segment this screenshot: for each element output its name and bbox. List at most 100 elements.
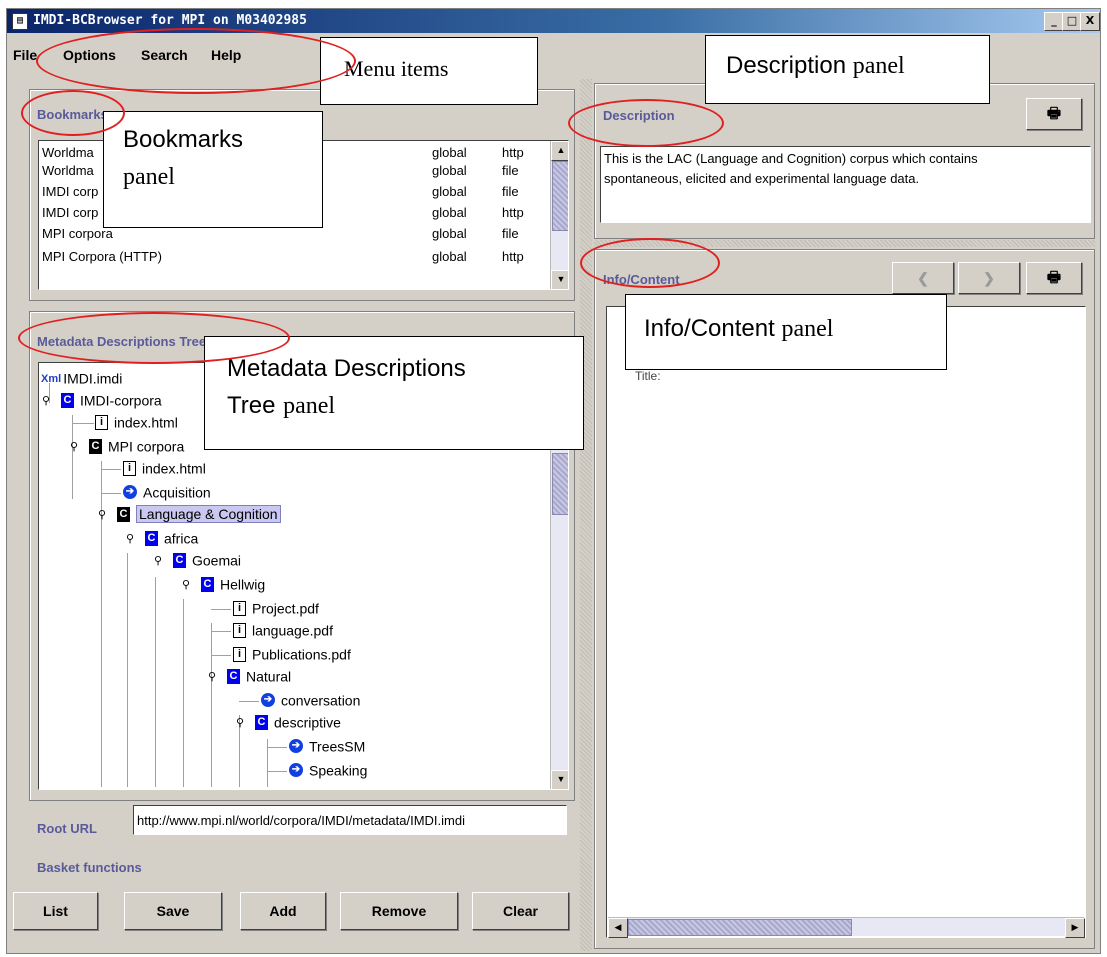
tree-node[interactable]: ⚲ C IMDI-corpora — [41, 391, 162, 411]
scroll-up-icon[interactable]: ▲ — [551, 141, 568, 161]
bookmark-scope: global — [432, 184, 467, 199]
tree-node[interactable]: i index.html — [95, 413, 178, 433]
tree-node-label: descriptive — [274, 714, 341, 731]
tree-root[interactable]: Xml IMDI.imdi — [41, 369, 122, 389]
corpus-icon: C — [61, 392, 74, 408]
scroll-thumb[interactable] — [552, 161, 568, 231]
tree-node[interactable]: i Publications.pdf — [233, 645, 351, 665]
bookmark-scope: global — [432, 226, 467, 241]
expand-toggle-icon[interactable]: ⚲ — [207, 670, 217, 683]
info-hscrollbar[interactable]: ◀ ▶ — [608, 917, 1085, 938]
save-button[interactable]: Save — [124, 892, 222, 930]
arrow-left-icon[interactable]: ❮ — [892, 262, 954, 294]
close-button[interactable]: X — [1080, 12, 1100, 31]
bookmark-name: IMDI corp — [42, 184, 99, 199]
info-file-icon: i — [233, 622, 246, 638]
info-file-icon: i — [95, 414, 108, 430]
scroll-right-icon[interactable]: ▶ — [1065, 918, 1085, 938]
list-button[interactable]: List — [13, 892, 98, 930]
bookmark-row[interactable]: MPI Corpora (HTTP) global http — [42, 248, 562, 266]
tree-node-label: africa — [164, 530, 199, 547]
bookmark-protocol: http — [502, 205, 524, 220]
corpus-icon: C — [145, 530, 158, 546]
info-file-icon: i — [233, 646, 246, 662]
expand-toggle-icon[interactable]: ⚲ — [153, 554, 163, 567]
expand-toggle-icon[interactable]: ⚲ — [97, 508, 107, 521]
scroll-down-icon[interactable]: ▼ — [551, 770, 568, 789]
annotation-description: Description panel — [705, 35, 990, 104]
tree-node[interactable]: ➔ TreesSM — [289, 737, 365, 757]
expand-toggle-icon[interactable]: ⚲ — [181, 578, 191, 591]
annotation-text: Tree panel — [227, 391, 335, 420]
expand-toggle-icon[interactable]: ⚲ — [69, 440, 79, 453]
remove-button[interactable]: Remove — [340, 892, 458, 930]
tree-node-label: TreesSM — [309, 738, 366, 755]
bookmark-protocol: file — [502, 163, 519, 178]
tree-node-label: language.pdf — [252, 622, 333, 639]
root-url-input[interactable] — [133, 805, 567, 835]
bookmark-name: IMDI corp — [42, 205, 99, 220]
tree-node-label: Goemai — [192, 552, 242, 569]
arrow-right-icon[interactable]: ❯ — [958, 262, 1020, 294]
add-button[interactable]: Add — [240, 892, 326, 930]
menu-file[interactable]: File — [13, 47, 37, 63]
printer-icon[interactable]: 🖶 — [1026, 262, 1082, 294]
tree-node-label: Natural — [246, 668, 292, 685]
annotation-word: Info/Content — [644, 315, 775, 342]
tree-node-label: Speaking — [309, 762, 368, 779]
tree-node[interactable]: ➔ Speaking — [289, 761, 367, 781]
scroll-thumb[interactable] — [628, 919, 852, 936]
content-fragment: Title: — [635, 369, 661, 383]
xml-icon: Xml — [41, 373, 62, 385]
session-arrow-icon: ➔ — [289, 739, 303, 754]
description-line: spontaneous, elicited and experimental l… — [604, 171, 920, 186]
scroll-down-icon[interactable]: ▼ — [551, 270, 568, 289]
expand-toggle-icon[interactable]: ⚲ — [125, 532, 135, 545]
tree-node-selected[interactable]: ⚲ C Language & Cognition — [97, 505, 281, 525]
tree-node[interactable]: ⚲ C Goemai — [153, 551, 241, 571]
tree-node-label: Publications.pdf — [252, 646, 351, 663]
tree-node[interactable]: ⚲ Cafrica — [125, 529, 198, 549]
tree-node[interactable]: i language.pdf — [233, 621, 333, 641]
annotation-bookmarks: Bookmarks panel — [103, 111, 323, 228]
bookmark-name: MPI Corpora (HTTP) — [42, 249, 162, 264]
bookmark-scope: global — [432, 163, 467, 178]
corpus-icon: C — [201, 576, 214, 592]
tree-node[interactable]: ➔ Acquisition — [123, 483, 211, 503]
bookmarks-scrollbar[interactable]: ▲ ▼ — [550, 141, 568, 289]
tree-node[interactable]: ⚲ Cdescriptive — [235, 713, 341, 733]
bookmark-protocol: file — [502, 184, 519, 199]
highlight-ellipse-description — [568, 99, 724, 147]
expand-toggle-icon[interactable]: ⚲ — [235, 716, 245, 729]
annotation-word: panel — [852, 53, 905, 79]
annotation-word: Metadata Descriptions — [227, 355, 466, 382]
basket-label: Basket functions — [37, 860, 142, 875]
tree-node[interactable]: ⚲ C Hellwig — [181, 575, 265, 595]
bookmark-protocol: file — [502, 226, 519, 241]
tree-root-label: IMDI.imdi — [63, 370, 123, 387]
tree-node[interactable]: ⚲ C Natural — [207, 667, 291, 687]
scroll-left-icon[interactable]: ◀ — [608, 918, 628, 938]
info-content-view: Title: ◀ ▶ — [606, 306, 1086, 938]
tree-node[interactable]: i Project.pdf — [233, 599, 319, 619]
clear-button[interactable]: Clear — [472, 892, 569, 930]
expand-toggle-icon[interactable]: ⚲ — [41, 394, 51, 407]
tree-node[interactable]: i index.html — [123, 459, 206, 479]
session-arrow-icon: ➔ — [261, 693, 275, 708]
session-arrow-icon: ➔ — [289, 763, 303, 778]
corpus-icon: C — [117, 506, 130, 522]
bookmark-name: Worldma — [42, 163, 94, 178]
vertical-splitter[interactable] — [580, 79, 592, 951]
tree-node[interactable]: ➔ conversation — [261, 691, 360, 711]
tree-node[interactable]: ⚲ C MPI corpora — [69, 437, 184, 457]
minimize-button[interactable]: _ — [1044, 12, 1064, 31]
description-text: This is the LAC (Language and Cognition)… — [600, 146, 1091, 223]
annotation-word: Bookmarks — [123, 126, 244, 153]
maximize-button[interactable]: □ — [1062, 12, 1082, 31]
scroll-thumb[interactable] — [552, 453, 568, 515]
corpus-icon: C — [89, 438, 102, 454]
printer-icon[interactable]: 🖶 — [1026, 98, 1082, 130]
annotation-word: panel — [781, 316, 834, 342]
session-arrow-icon: ➔ — [123, 485, 137, 500]
tree-node-label: conversation — [281, 692, 361, 709]
